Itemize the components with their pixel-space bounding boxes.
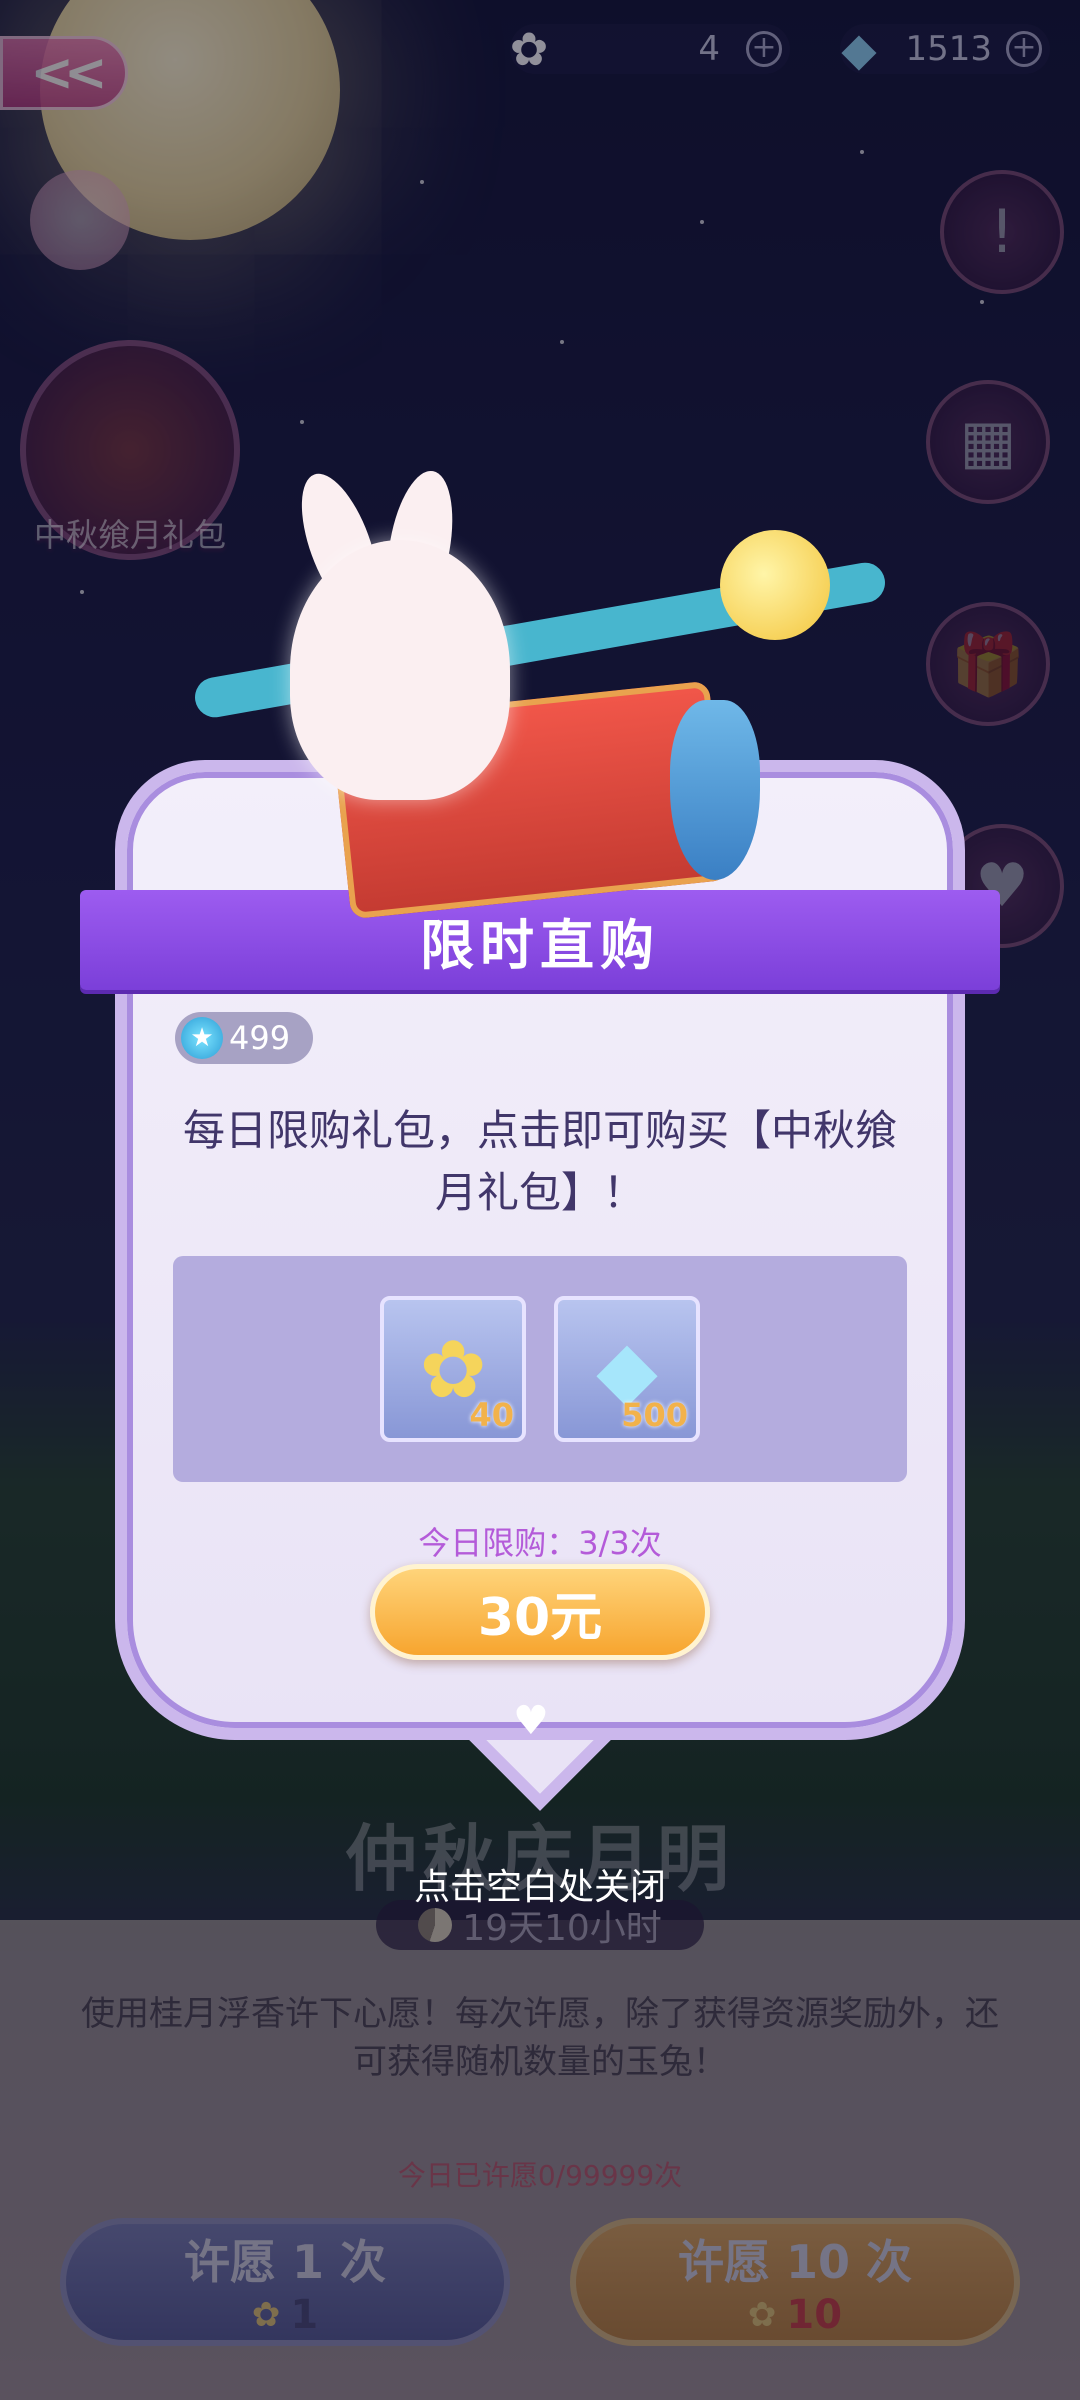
reward-list: ✿ 40 ◆ 500 <box>173 1256 907 1482</box>
reward-item-diamond[interactable]: ◆ 500 <box>554 1296 700 1442</box>
price-tag-value: 499 <box>229 1019 291 1057</box>
heart-icon: ♥ <box>513 1698 549 1744</box>
modal-description: 每日限购礼包，点击即可购买【中秋飨月礼包】！ <box>182 1106 897 1217</box>
reward-item-flower[interactable]: ✿ 40 <box>380 1296 526 1442</box>
close-hint: 点击空白处关闭 <box>413 1867 666 1908</box>
star-icon: ★ <box>181 1017 223 1059</box>
reward-qty: 40 <box>469 1396 514 1434</box>
buy-button[interactable]: 30元 <box>370 1564 710 1660</box>
reward-qty: 500 <box>621 1396 688 1434</box>
bunny-graphic <box>290 540 510 800</box>
modal-title: 限时直购 <box>420 913 660 977</box>
purchase-limit-text: 今日限购：3/3次 <box>418 1524 662 1562</box>
mini-moon-graphic <box>720 530 830 640</box>
price-tag: ★ 499 <box>175 1012 313 1064</box>
limited-purchase-modal: 限时直购 ★ 499 每日限购礼包，点击即可购买【中秋飨月礼包】！ ✿ 40 ◆… <box>80 760 1000 1811</box>
tassel-graphic <box>670 700 760 880</box>
gift-box-bunny-art <box>150 464 950 920</box>
modal-title-ribbon: 限时直购 <box>80 890 1000 990</box>
